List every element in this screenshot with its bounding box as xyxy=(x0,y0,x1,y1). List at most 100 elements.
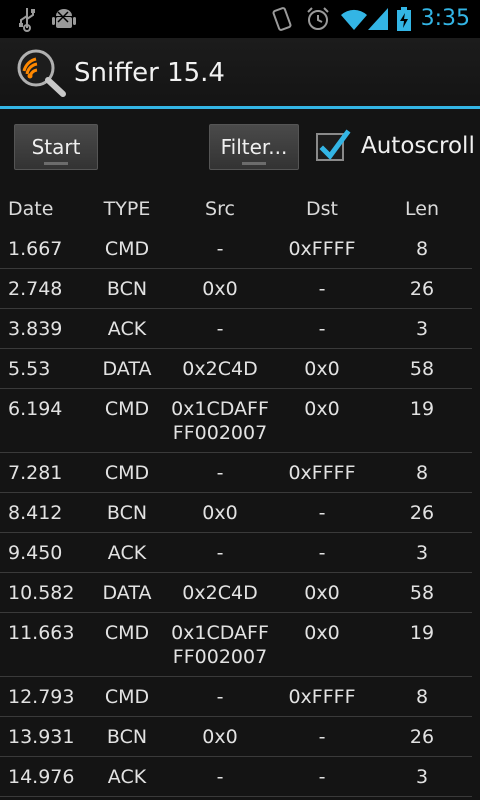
cell-date: 7.281 xyxy=(8,462,63,484)
cell-date: 5.53 xyxy=(8,358,51,380)
table-row[interactable]: 6.194 CMD 0x1CDAFF FF002007 0x0 19 xyxy=(0,389,472,453)
cell-dst: - xyxy=(318,278,326,300)
cell-src: - xyxy=(216,766,224,788)
cell-len: 3 xyxy=(415,766,429,788)
cell-len: 26 xyxy=(409,502,435,524)
cell-date: 12.793 xyxy=(8,686,75,708)
cell-src: - xyxy=(216,686,224,708)
cell-type: BCN xyxy=(106,278,148,300)
table-row[interactable]: 13.931 BCN 0x0 - 26 xyxy=(0,717,472,757)
cell-len: 3 xyxy=(415,318,429,340)
cell-dst: 0xFFFF xyxy=(288,238,356,260)
cell-type: ACK xyxy=(107,542,147,564)
table-row[interactable]: 9.450 ACK - - 3 xyxy=(0,533,472,573)
cell-len: 3 xyxy=(415,542,429,564)
cell-dst: 0xFFFF xyxy=(288,686,356,708)
cell-len: 58 xyxy=(409,582,435,604)
cell-type: BCN xyxy=(106,502,148,524)
cell-src: - xyxy=(216,238,224,260)
table-row[interactable]: 12.793 CMD - 0xFFFF 8 xyxy=(0,677,472,717)
cell-type: CMD xyxy=(104,398,150,420)
cell-type: DATA xyxy=(102,358,152,380)
table-row[interactable]: 2.748 BCN 0x0 - 26 xyxy=(0,269,472,309)
table-row[interactable]: 14.976 ACK - - 3 xyxy=(0,757,472,797)
table-row[interactable]: 1.667 CMD - 0xFFFF 8 xyxy=(0,229,472,269)
battery-charging-icon xyxy=(397,7,411,31)
cell-type: ACK xyxy=(107,318,147,340)
cell-type: BCN xyxy=(106,726,148,748)
cell-date: 6.194 xyxy=(8,398,63,420)
clock: 3:35 xyxy=(420,6,470,31)
cell-type: DATA xyxy=(102,582,152,604)
cell-type: CMD xyxy=(104,686,150,708)
autoscroll-label: Autoscroll xyxy=(361,133,475,159)
android-debug-icon xyxy=(52,9,76,28)
cell-src: 0x0 xyxy=(202,278,238,300)
status-bar: 3:35 xyxy=(0,0,480,38)
column-header-dst[interactable]: Dst xyxy=(272,189,372,229)
cell-type: ACK xyxy=(107,766,147,788)
cell-len: 26 xyxy=(409,278,435,300)
column-header-date[interactable]: Date xyxy=(0,189,86,229)
cell-date: 2.748 xyxy=(8,278,63,300)
table-row[interactable]: 10.582 DATA 0x2C4D 0x0 58 xyxy=(0,573,472,613)
controls-bar: Start Filter... Autoscroll xyxy=(0,109,480,189)
column-header-len[interactable]: Len xyxy=(372,189,472,229)
table-row[interactable]: 11.663 CMD 0x1CDAFF FF002007 0x0 19 xyxy=(0,613,472,677)
cell-dst: 0x0 xyxy=(304,582,340,604)
cell-dst: - xyxy=(318,766,326,788)
cell-date: 8.412 xyxy=(8,502,63,524)
cell-type: CMD xyxy=(104,622,150,644)
cell-src: 0x2C4D xyxy=(182,358,258,380)
cell-src: 0x0 xyxy=(202,726,238,748)
column-header-src[interactable]: Src xyxy=(168,189,272,229)
cell-date: 11.663 xyxy=(8,622,75,644)
cell-len: 19 xyxy=(409,622,435,644)
start-button[interactable]: Start xyxy=(14,124,98,170)
cell-type: CMD xyxy=(104,238,150,260)
column-header-type[interactable]: TYPE xyxy=(86,189,168,229)
cell-dst: 0x0 xyxy=(304,398,340,420)
app-title: Sniffer 15.4 xyxy=(74,58,225,88)
cell-len: 8 xyxy=(415,462,429,484)
cell-src: 0x2C4D xyxy=(182,582,258,604)
cell-dst: - xyxy=(318,542,326,564)
cell-date: 10.582 xyxy=(8,582,75,604)
cell-date: 1.667 xyxy=(8,238,63,260)
table-row[interactable]: 5.53 DATA 0x2C4D 0x0 58 xyxy=(0,349,472,389)
action-bar: Sniffer 15.4 xyxy=(0,38,480,109)
cell-len: 19 xyxy=(409,398,435,420)
cell-src: - xyxy=(216,318,224,340)
cell-dst: - xyxy=(318,726,326,748)
cell-dst: - xyxy=(318,502,326,524)
table-row[interactable]: 8.412 BCN 0x0 - 26 xyxy=(0,493,472,533)
table-header: Date TYPE Src Dst Len xyxy=(0,189,472,229)
table-body: 1.667 CMD - 0xFFFF 8 2.748 BCN 0x0 - 26 3.839 ACK - -… xyxy=(0,229,480,797)
cell-len: 8 xyxy=(415,238,429,260)
wifi-icon xyxy=(341,9,367,30)
alarm-icon xyxy=(307,7,329,30)
signal-icon xyxy=(368,8,388,30)
filter-button[interactable]: Filter... xyxy=(209,124,299,170)
cell-len: 58 xyxy=(409,358,435,380)
cell-date: 3.839 xyxy=(8,318,63,340)
cell-src: 0x1CDAFF FF002007 xyxy=(171,398,269,444)
cell-dst: 0x0 xyxy=(304,622,340,644)
cell-dst: 0x0 xyxy=(304,358,340,380)
usb-icon xyxy=(19,8,35,32)
sniffer-logo-icon xyxy=(17,49,66,97)
vibrate-icon xyxy=(272,7,292,31)
table-row[interactable]: 7.281 CMD - 0xFFFF 8 xyxy=(0,453,472,493)
cell-dst: 0xFFFF xyxy=(288,462,356,484)
cell-type: CMD xyxy=(104,462,150,484)
cell-date: 14.976 xyxy=(8,766,75,788)
cell-src: 0x0 xyxy=(202,502,238,524)
cell-src: - xyxy=(216,542,224,564)
cell-date: 13.931 xyxy=(8,726,75,748)
autoscroll-checkbox[interactable] xyxy=(316,129,351,161)
checkmark-icon xyxy=(319,129,351,160)
cell-len: 8 xyxy=(415,686,429,708)
packet-table: Date TYPE Src Dst Len 1.667 CMD - 0xFFFF 8 2.… xyxy=(0,189,480,797)
cell-src: 0x1CDAFF FF002007 xyxy=(171,622,269,668)
table-row[interactable]: 3.839 ACK - - 3 xyxy=(0,309,472,349)
